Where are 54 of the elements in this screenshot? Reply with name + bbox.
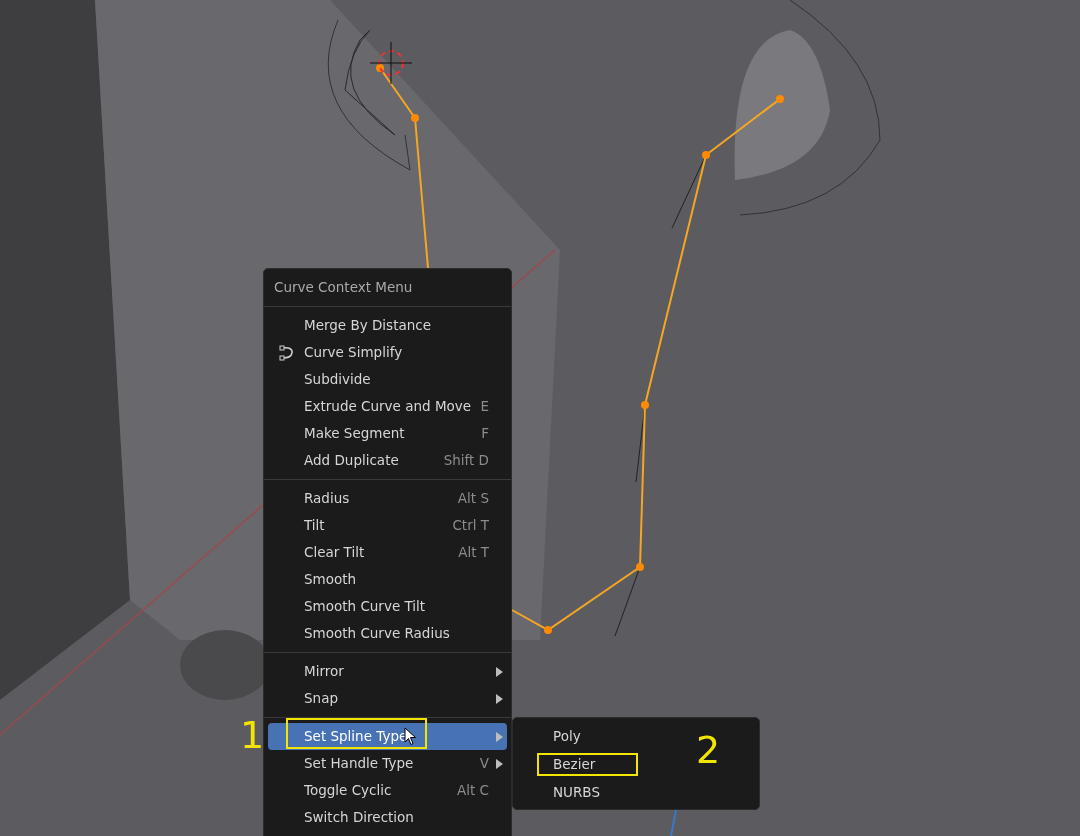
submenu-arrow-icon	[496, 693, 503, 704]
menu-item-label: Radius	[304, 490, 350, 507]
submenu-arrow-icon	[496, 731, 503, 742]
shortcut-label: V	[479, 754, 489, 774]
menu-item-label: Snap	[304, 690, 338, 707]
menu-item[interactable]: Extrude Curve and Move E	[268, 393, 507, 420]
menu-item[interactable]: Curve Simplify	[268, 339, 507, 366]
submenu-item[interactable]: Poly	[517, 722, 667, 750]
menu-item-label: Extrude Curve and Move	[304, 398, 472, 415]
shortcut-label: Alt C	[457, 781, 489, 801]
menu-item[interactable]: Smooth Curve Radius	[268, 620, 507, 647]
menu-item-label: Merge By Distance	[304, 317, 431, 334]
menu-item-label: Smooth Curve Tilt	[304, 598, 426, 615]
annotation-number: 1	[240, 712, 265, 758]
menu-item-label: Curve Simplify	[304, 344, 403, 361]
menu-item[interactable]: Snap	[268, 685, 507, 712]
submenu-arrow-icon	[496, 758, 503, 769]
menu-item[interactable]: Toggle Cyclic Alt C	[268, 777, 507, 804]
shortcut-label: Alt T	[458, 543, 489, 563]
annotation-number: 2	[696, 727, 721, 773]
menu-item[interactable]: Clear Tilt Alt T	[268, 539, 507, 566]
menu-title: Curve Context Menu	[274, 278, 413, 298]
shortcut-label: Shift D	[443, 451, 489, 471]
shortcut-label: F	[481, 424, 489, 444]
menu-item[interactable]: Switch Direction	[268, 804, 507, 831]
menu-item-label: Add Duplicate	[304, 452, 399, 469]
menu-item-label: Toggle Cyclic	[304, 782, 392, 799]
menu-item[interactable]: Make Segment F	[268, 420, 507, 447]
menu-item[interactable]: Subdivide	[268, 366, 507, 393]
menu-item[interactable]: Merge By Distance	[268, 312, 507, 339]
submenu-arrow-icon	[496, 666, 503, 677]
shortcut-label: E	[480, 397, 489, 417]
menu-item-label: Set Handle Type	[304, 755, 414, 772]
menu-item[interactable]: Mirror	[268, 658, 507, 685]
submenu-item[interactable]: Bezier	[517, 750, 667, 778]
menu-item-label: Smooth Curve Radius	[304, 625, 450, 642]
submenu-item[interactable]: NURBS	[517, 778, 667, 806]
menu-item[interactable]: Smooth	[268, 566, 507, 593]
menu-item-label: Clear Tilt	[304, 544, 365, 561]
menu-item-label: Tilt	[304, 517, 325, 534]
menu-item-label: Mirror	[304, 663, 344, 680]
menu-item-label: Make Segment	[304, 425, 405, 442]
menu-item[interactable]: Tilt Ctrl T	[268, 512, 507, 539]
menu-item-label: Subdivide	[304, 371, 371, 388]
shortcut-label: Alt S	[457, 489, 489, 509]
menu-item-label: Smooth	[304, 571, 357, 588]
mouse-cursor-icon	[404, 727, 417, 746]
curve-icon	[278, 344, 296, 361]
menu-item[interactable]: Add Duplicate Shift D	[268, 447, 507, 474]
menu-item-label: Switch Direction	[304, 809, 414, 826]
menu-item[interactable]: Set Handle Type V	[268, 750, 507, 777]
shortcut-label: Ctrl T	[452, 516, 489, 536]
menu-item[interactable]: Smooth Curve Tilt	[268, 593, 507, 620]
menu-item[interactable]: Radius Alt S	[268, 485, 507, 512]
